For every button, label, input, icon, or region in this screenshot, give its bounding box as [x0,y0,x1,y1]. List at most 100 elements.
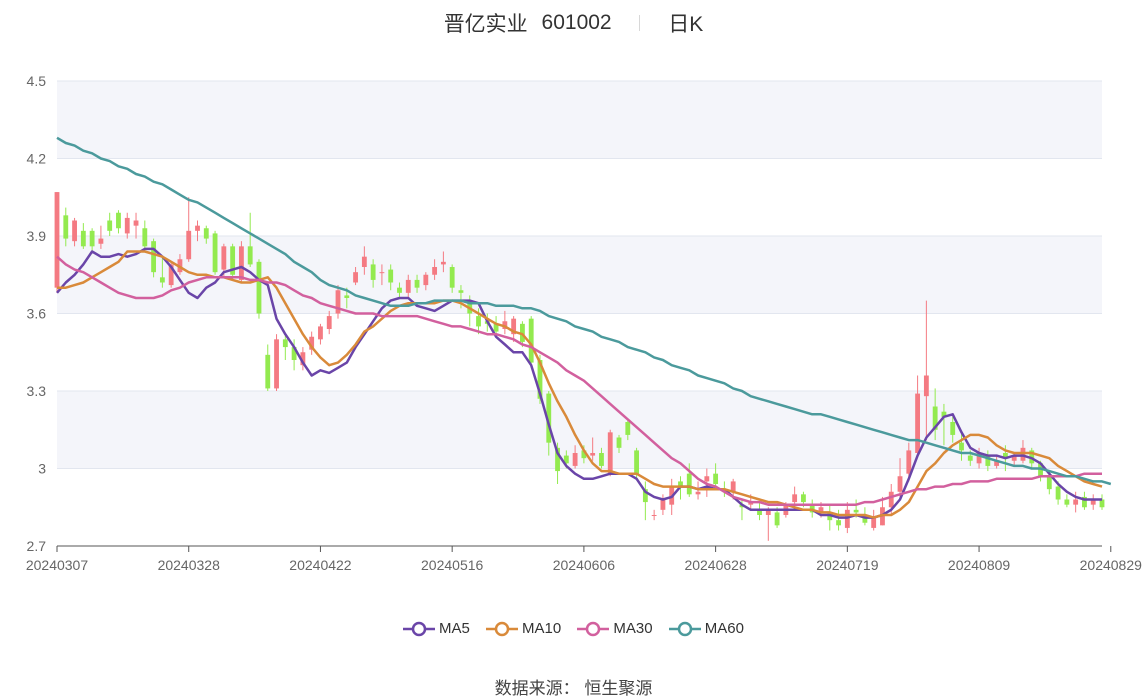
candle-body [660,499,666,510]
candle-body [133,220,139,226]
legend-ma60-icon [668,621,701,637]
candle-body [432,267,438,275]
legend-ma30-icon [577,621,610,637]
y-tick-label: 2.7 [27,538,47,554]
legend-item-ma60[interactable]: MA60 [668,620,744,637]
candlestick-chart: 2.7 3 3.3 3.6 3.9 4.2 4.5 20240307 20240328 20240… [26,73,1142,573]
source-label: 数据来源： [494,679,580,698]
candle-body [950,422,956,435]
candle-body [353,272,358,283]
legend-ma10-icon [486,621,519,637]
x-tick-label: 20240628 [684,557,747,573]
candle-body [713,473,719,484]
candle-body [1064,499,1070,505]
candle-body [159,277,165,283]
candle-body [344,295,350,298]
candle-body [256,261,262,314]
legend-ma10-label: MA10 [522,620,562,637]
candle-body [897,476,903,492]
candle-body [836,520,841,526]
candle-body [458,290,464,293]
candle-body [212,233,218,273]
candle-body [423,274,429,286]
legend-item-ma10[interactable]: MA10 [486,620,561,637]
candle-body [906,450,912,474]
candle-body [89,230,95,247]
candle-body [247,246,253,265]
candle-body [98,238,104,244]
legend-ma5-icon [403,621,436,637]
x-tick-label: 20240422 [289,557,352,573]
candle-body [853,509,859,513]
candle-body [203,228,209,239]
candle-body [923,375,929,397]
candle-body [124,217,130,234]
candle-body [414,279,420,288]
y-tick-label: 3 [38,461,46,477]
plot-band [57,81,1102,159]
plot-band [57,391,1102,469]
candle-body [265,354,271,389]
candle-body [449,267,455,288]
candle-body [1055,486,1061,500]
x-tick-label: 20240307 [26,557,89,573]
candle-body [625,422,631,435]
candle-body [1073,499,1079,505]
candle-body [397,287,402,293]
candle-body [80,230,86,247]
candle-body [967,455,973,461]
candle-body [116,212,121,229]
x-tick-label: 20240606 [553,557,616,573]
candle-body [959,442,964,451]
candle-body [186,230,192,260]
candle-body [695,491,701,495]
candle-body [326,316,332,329]
candle-body [1046,476,1052,490]
y-tick-label: 3.6 [27,306,47,322]
y-tick-label: 3.9 [27,228,47,244]
candle-body [704,476,710,482]
candle-body [792,494,798,503]
candle-body [379,272,385,274]
candle-body [318,326,323,340]
candle-body [572,453,578,466]
candle-body [774,512,780,526]
y-tick-label: 3.3 [27,383,47,399]
candle-body [590,453,596,456]
candle-body [844,509,850,528]
candle-body [607,432,613,474]
candle-body [801,494,806,503]
x-tick-label: 20240328 [158,557,221,573]
x-tick-label: 20240516 [421,557,484,573]
candle-body [151,241,157,273]
candle-body [405,279,411,293]
candle-body [686,473,692,495]
candle-body [651,515,657,516]
candle-body [54,192,60,288]
candle-body [361,256,367,267]
candle-body [107,220,113,231]
candle-body [599,453,604,466]
candle-body [142,228,148,247]
candle-body [915,393,921,453]
legend: MA5 MA10 MA30 MA60 [0,620,1147,637]
x-tick-label: 20240809 [948,557,1011,573]
candle-body [195,225,200,231]
candle-body [63,215,69,239]
y-tick-label: 4.2 [27,151,47,167]
candle-body [388,269,394,283]
candle-body [238,246,244,280]
candle-body [888,491,894,508]
candle-body [72,220,77,242]
legend-item-ma5[interactable]: MA5 [403,620,470,637]
candle-body [1020,447,1026,461]
legend-ma5-label: MA5 [439,620,470,637]
data-source: 数据来源： 恒生聚源 [0,674,1147,699]
candle-body [634,450,639,474]
legend-ma60-label: MA60 [704,620,744,637]
candle-body [274,339,279,389]
legend-item-ma30[interactable]: MA30 [577,620,653,637]
candle-body [221,246,227,270]
candle-body [871,517,877,528]
candle-body [476,316,481,327]
